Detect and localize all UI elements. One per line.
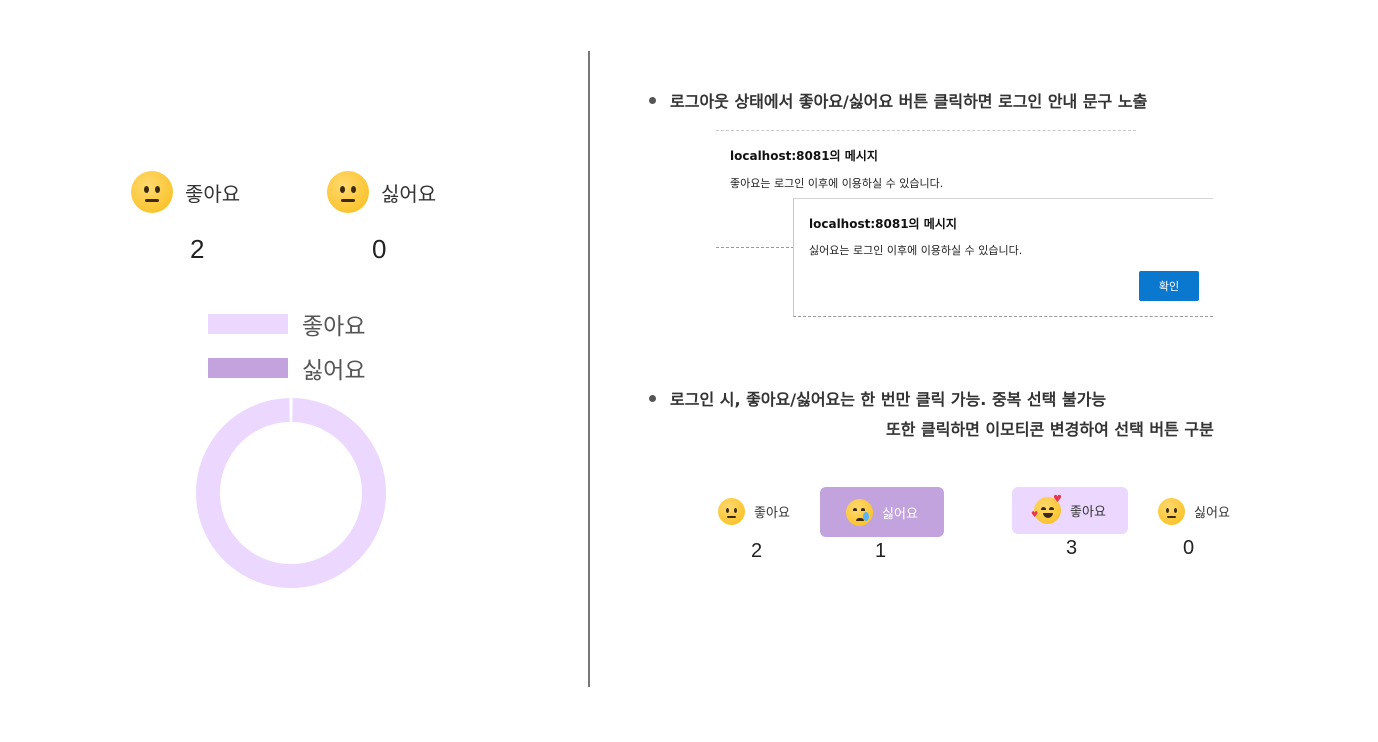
- legend-item-dislike: 싫어요: [208, 351, 365, 385]
- bullet-dot: [649, 394, 656, 402]
- divider: [588, 51, 590, 687]
- neutral-face-icon: [718, 497, 746, 525]
- example2-like-button[interactable]: ♥ ♥ 좋아요: [1012, 487, 1128, 534]
- example1-dislike-button[interactable]: 싫어요: [820, 487, 944, 537]
- card: 좋아요 2 싫어요 0 좋아요 싫어요 로그아웃 상태에서 좋아요/싫어요 버튼…: [0, 0, 1378, 742]
- note-login-line2: 또한 클릭하면 이모티콘 변경하여 선택 버튼 구분: [886, 420, 1214, 439]
- example1-like-count: 2: [751, 540, 763, 562]
- note-logout-text: 로그아웃 상태에서 좋아요/싫어요 버튼 클릭하면 로그인 안내 문구 노출: [670, 92, 1148, 111]
- alert-dialog-dislike: localhost:8081의 메시지 싫어요는 로그인 이후에 이용하실 수 …: [793, 198, 1213, 317]
- example2-like-count: 3: [1066, 537, 1078, 559]
- note-login-text: 로그인 시, 좋아요/싫어요는 한 번만 클릭 가능. 중복 선택 불가능: [670, 390, 1107, 409]
- donut-slice-0: [196, 398, 386, 588]
- dialog-title: localhost:8081의 메시지: [809, 217, 957, 231]
- note-login: 로그인 시, 좋아요/싫어요는 한 번만 클릭 가능. 중복 선택 불가능: [649, 386, 1106, 410]
- dislike-button[interactable]: 싫어요: [327, 171, 436, 213]
- dialog-title: localhost:8081의 메시지: [730, 149, 878, 163]
- like-label: 좋아요: [185, 181, 241, 206]
- dislike-count: 0: [372, 234, 387, 264]
- legend-swatch-like: [208, 314, 288, 334]
- example1-dislike-count: 1: [875, 540, 887, 562]
- smiling-face-with-hearts-icon: ♥ ♥: [1031, 495, 1062, 524]
- example2-dislike-count: 0: [1183, 537, 1195, 559]
- example1-like-button[interactable]: 좋아요: [708, 494, 800, 528]
- dislike-label: 싫어요: [381, 181, 437, 206]
- dialog-message: 좋아요는 로그인 이후에 이용하실 수 있습니다.: [730, 177, 944, 190]
- like-button[interactable]: 좋아요: [131, 171, 240, 213]
- legend-label-dislike: 싫어요: [302, 358, 366, 384]
- confirm-button[interactable]: 확인: [1139, 271, 1199, 301]
- dialog-message: 싫어요는 로그인 이후에 이용하실 수 있습니다.: [809, 244, 1023, 257]
- legend-item-like: 좋아요: [208, 307, 365, 341]
- dialog-edge: [716, 247, 794, 248]
- neutral-face-icon: [327, 171, 369, 213]
- like-count: 2: [190, 234, 205, 264]
- legend-swatch-dislike: [208, 358, 288, 378]
- bullet-dot: [649, 96, 656, 104]
- legend-label-like: 좋아요: [302, 314, 366, 340]
- example2-dislike-button[interactable]: 싫어요: [1148, 494, 1240, 528]
- neutral-face-icon: [131, 171, 173, 213]
- note-logout: 로그아웃 상태에서 좋아요/싫어요 버튼 클릭하면 로그인 안내 문구 노출: [649, 88, 1147, 112]
- donut-chart: [196, 398, 386, 588]
- crying-face-icon: [846, 498, 874, 526]
- neutral-face-icon: [1158, 497, 1186, 525]
